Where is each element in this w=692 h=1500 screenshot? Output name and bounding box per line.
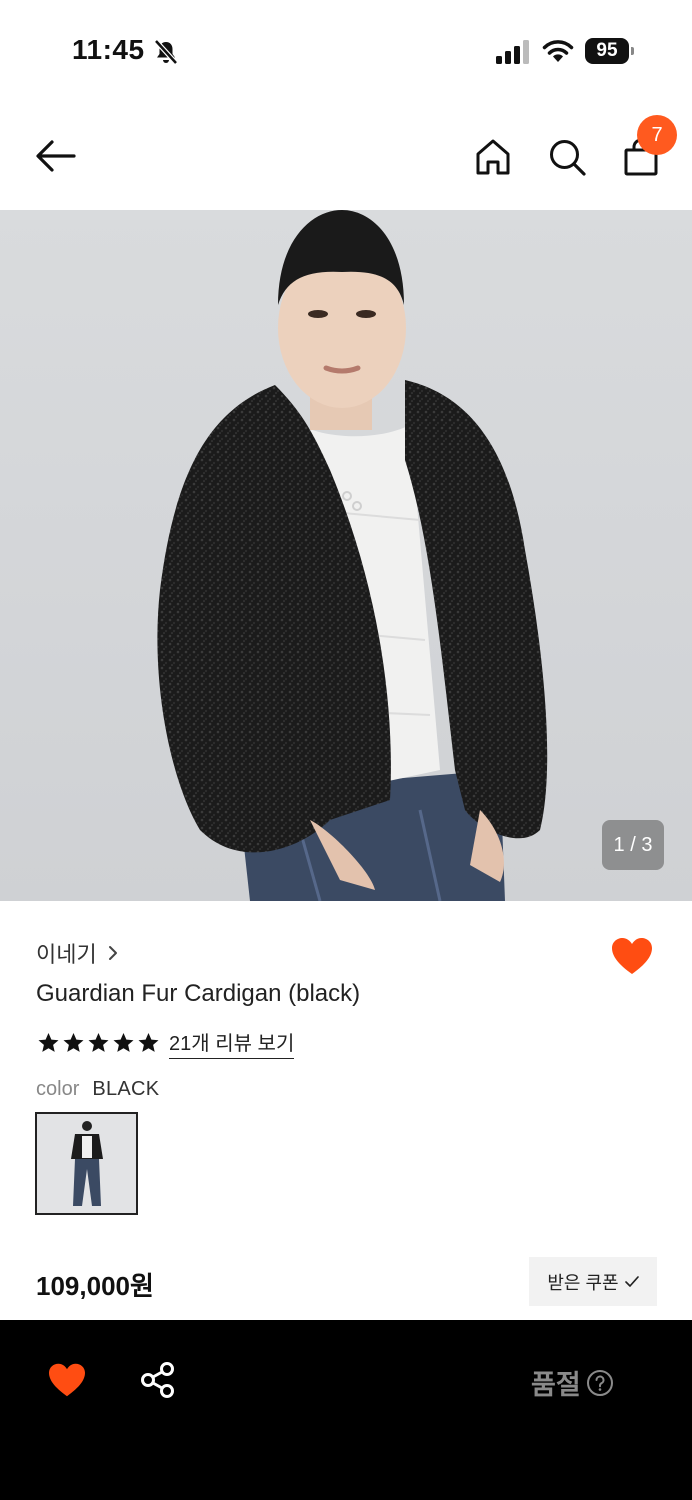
price: 109,000원 xyxy=(36,1271,154,1301)
color-label: color xyxy=(36,1078,80,1100)
product-image[interactable] xyxy=(0,210,692,901)
help-icon[interactable] xyxy=(586,1369,614,1397)
coupon-label: 받은 쿠폰 xyxy=(547,1272,619,1293)
home-icon[interactable] xyxy=(472,136,514,178)
product-photo xyxy=(157,210,548,901)
wifi-icon xyxy=(542,40,574,62)
brand-link[interactable]: 이네기 xyxy=(36,938,119,968)
image-page-indicator: 1 / 3 xyxy=(602,820,664,870)
brand-name: 이네기 xyxy=(36,942,97,967)
back-arrow-icon[interactable] xyxy=(34,138,78,174)
color-swatch-black[interactable] xyxy=(35,1112,138,1215)
rating-row: 21개 리뷰 보기 xyxy=(36,1027,295,1059)
status-time: 11:45 xyxy=(72,34,145,65)
rating-stars xyxy=(36,1031,161,1055)
review-link[interactable]: 21개 리뷰 보기 xyxy=(169,1027,295,1059)
sold-out-status: 품절 xyxy=(531,1363,614,1402)
heart-icon[interactable] xyxy=(47,1362,87,1398)
star-icon xyxy=(63,1033,84,1052)
star-icon xyxy=(113,1033,134,1052)
battery-tip xyxy=(631,47,634,55)
product-title: Guardian Fur Cardigan (black) xyxy=(36,980,361,1007)
share-icon[interactable] xyxy=(139,1361,177,1399)
search-icon[interactable] xyxy=(546,136,588,178)
status-bar: 11:45 95 xyxy=(0,0,692,100)
battery-level: 95 xyxy=(585,38,629,64)
top-nav xyxy=(0,100,692,210)
received-coupon-button[interactable]: 받은 쿠폰 xyxy=(529,1257,657,1306)
sold-out-label: 품절 xyxy=(531,1370,581,1400)
chevron-right-icon xyxy=(108,946,117,960)
color-value: BLACK xyxy=(92,1078,160,1100)
cart-count-badge: 7 xyxy=(637,115,677,155)
check-icon xyxy=(624,1275,639,1287)
cellular-signal-icon xyxy=(496,40,529,64)
star-icon xyxy=(38,1033,59,1052)
star-icon xyxy=(138,1033,159,1052)
bell-off-icon xyxy=(154,39,178,65)
wishlist-heart-icon[interactable] xyxy=(610,936,654,976)
color-row: color BLACK xyxy=(36,1078,159,1101)
battery-icon: 95 xyxy=(585,38,635,64)
swatch-thumbnail xyxy=(37,1114,136,1213)
bottom-action-bar: 품절 xyxy=(0,1320,692,1500)
star-icon xyxy=(88,1033,109,1052)
